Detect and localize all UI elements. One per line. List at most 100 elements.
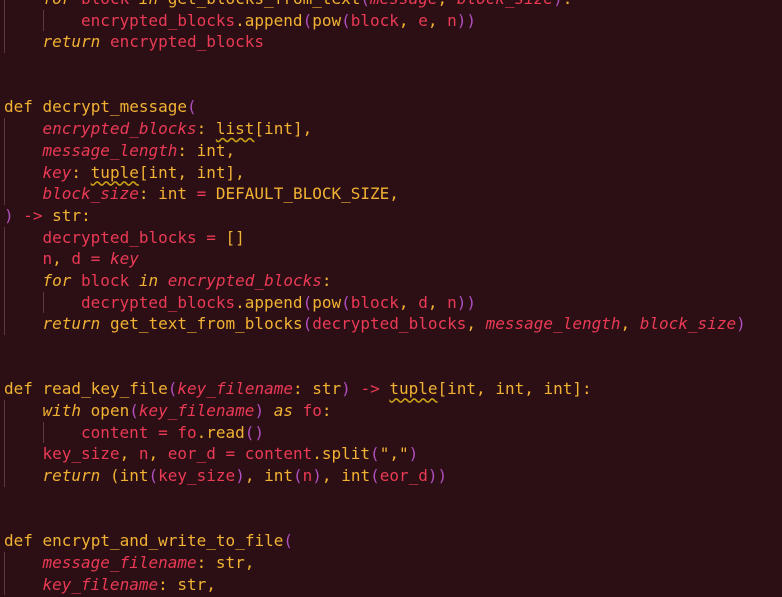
code-token: :	[158, 574, 178, 594]
code-line[interactable]: encrypted_blocks.append(pow(block, e, n)…	[4, 9, 746, 32]
code-line[interactable]: for block in encrypted_blocks:	[4, 269, 746, 292]
code-token: split	[321, 444, 371, 464]
code-token: [int, int, int]	[437, 379, 583, 399]
code-line[interactable]: message_length: int,	[4, 139, 746, 162]
code-token: )	[341, 379, 351, 399]
code-line[interactable]: message_filename: str,	[4, 551, 746, 574]
code-token: (	[283, 531, 293, 551]
warning-token: tuple	[389, 379, 438, 399]
code-token: e	[418, 10, 428, 30]
code-token: return	[42, 314, 110, 334]
line-content: return (int(key_size), int(n), int(eor_d…	[4, 466, 448, 486]
code-line[interactable]: return get_text_from_blocks(decrypted_bl…	[4, 313, 746, 335]
code-line[interactable]: content = fo.read()	[4, 421, 746, 444]
code-line[interactable]	[4, 75, 746, 97]
code-token: block	[350, 10, 399, 30]
code-token: decrypted_blocks	[312, 314, 467, 334]
code-token: )	[4, 205, 14, 225]
code-token: content	[81, 422, 159, 442]
code-token: :	[71, 162, 91, 182]
code-line[interactable]: decrypted_blocks = []	[4, 226, 746, 249]
code-token: return	[42, 466, 110, 486]
code-token: ))	[456, 292, 476, 312]
code-token: def	[4, 531, 43, 551]
code-token: message_length	[42, 140, 178, 160]
code-editor[interactable]: for block in get_blocks_from_text(messag…	[0, 0, 782, 597]
code-line[interactable]	[4, 509, 746, 531]
warning-token: list	[215, 119, 255, 139]
indent-guide	[4, 248, 5, 270]
line-content: key_size, n, eor_d = content.split(",")	[4, 444, 419, 464]
code-line[interactable]: return encrypted_blocks	[4, 31, 746, 54]
code-token: ","	[379, 444, 409, 464]
code-token: def	[4, 97, 43, 117]
code-token: (	[302, 314, 313, 334]
indent-guide	[4, 31, 5, 54]
code-token: (	[148, 466, 159, 486]
code-token: [int]	[254, 119, 303, 139]
code-token: (	[302, 10, 313, 30]
code-token: (	[341, 10, 351, 30]
indent-guide	[4, 269, 5, 292]
code-token: block	[81, 0, 139, 8]
code-line[interactable]: key: tuple[int, int],	[4, 161, 746, 184]
code-token: (	[187, 97, 197, 117]
code-line[interactable]: encrypted_blocks: list[int],	[4, 118, 746, 140]
code-line[interactable]: for block in get_blocks_from_text(messag…	[4, 0, 746, 10]
warning-token: tuple	[90, 162, 139, 182]
code-token: )	[553, 0, 563, 8]
code-token: block_size	[639, 314, 737, 334]
code-line[interactable]: def encrypt_and_write_to_file(	[4, 530, 746, 552]
code-line[interactable]: def read_key_file(key_filename: str) -> …	[4, 378, 746, 400]
code-token: .	[312, 444, 322, 464]
code-token: DEFAULT_BLOCK_SIZE	[215, 184, 390, 204]
code-line[interactable]: block_size: int = DEFAULT_BLOCK_SIZE,	[4, 183, 746, 205]
code-token: str	[177, 574, 207, 594]
code-token: n	[447, 292, 457, 312]
code-token: ,	[235, 162, 245, 182]
code-line[interactable]: def decrypt_message(	[4, 96, 746, 118]
line-content: decrypted_blocks = []	[4, 228, 245, 247]
code-line[interactable]: n, d = key	[4, 248, 746, 270]
line-content: for block in get_blocks_from_text(messag…	[4, 0, 573, 8]
code-line[interactable]: key_filename: str,	[4, 573, 746, 596]
code-token: block_size	[42, 184, 139, 204]
indent-guide	[4, 551, 5, 574]
code-token: ,	[244, 552, 255, 572]
code-token: ,	[148, 444, 168, 464]
indent-guide	[4, 400, 5, 422]
code-token: :	[196, 552, 216, 572]
code-token: (	[370, 444, 380, 464]
indent-guide	[4, 573, 5, 596]
code-line[interactable]: return (int(key_size), int(n), int(eor_d…	[4, 465, 746, 487]
code-token: in	[138, 270, 168, 290]
code-line[interactable]: key_size, n, eor_d = content.split(",")	[4, 443, 746, 466]
code-token: n	[42, 249, 53, 269]
line-content: def decrypt_message(	[4, 97, 197, 116]
code-line[interactable]	[4, 53, 746, 75]
code-token: ,	[206, 574, 216, 594]
code-token: ,	[427, 10, 448, 30]
code-token: ,	[398, 292, 419, 312]
code-line[interactable]: ) -> str:	[4, 205, 746, 227]
code-token: (	[360, 0, 370, 8]
code-token: str	[52, 205, 82, 225]
line-content: for block in encrypted_blocks:	[4, 271, 332, 290]
code-line[interactable]	[4, 335, 746, 357]
code-line[interactable]: decrypted_blocks.append(pow(block, d, n)…	[4, 291, 746, 314]
code-token: [int, int]	[138, 162, 236, 182]
indent-guide	[42, 291, 44, 314]
indent-guide	[4, 226, 5, 249]
code-token: []	[225, 227, 245, 247]
code-token: key_filename	[42, 574, 159, 594]
code-token: return	[42, 32, 110, 52]
code-token: (	[293, 466, 303, 486]
code-line[interactable]: with open(key_filename) as fo:	[4, 400, 746, 422]
code-token: block	[81, 270, 139, 290]
code-token: (	[129, 401, 139, 421]
code-line[interactable]	[4, 487, 746, 509]
code-line[interactable]	[4, 357, 746, 379]
code-token: key	[42, 162, 72, 182]
indent-guide	[4, 443, 5, 466]
code-token: decrypt_message	[42, 97, 188, 117]
